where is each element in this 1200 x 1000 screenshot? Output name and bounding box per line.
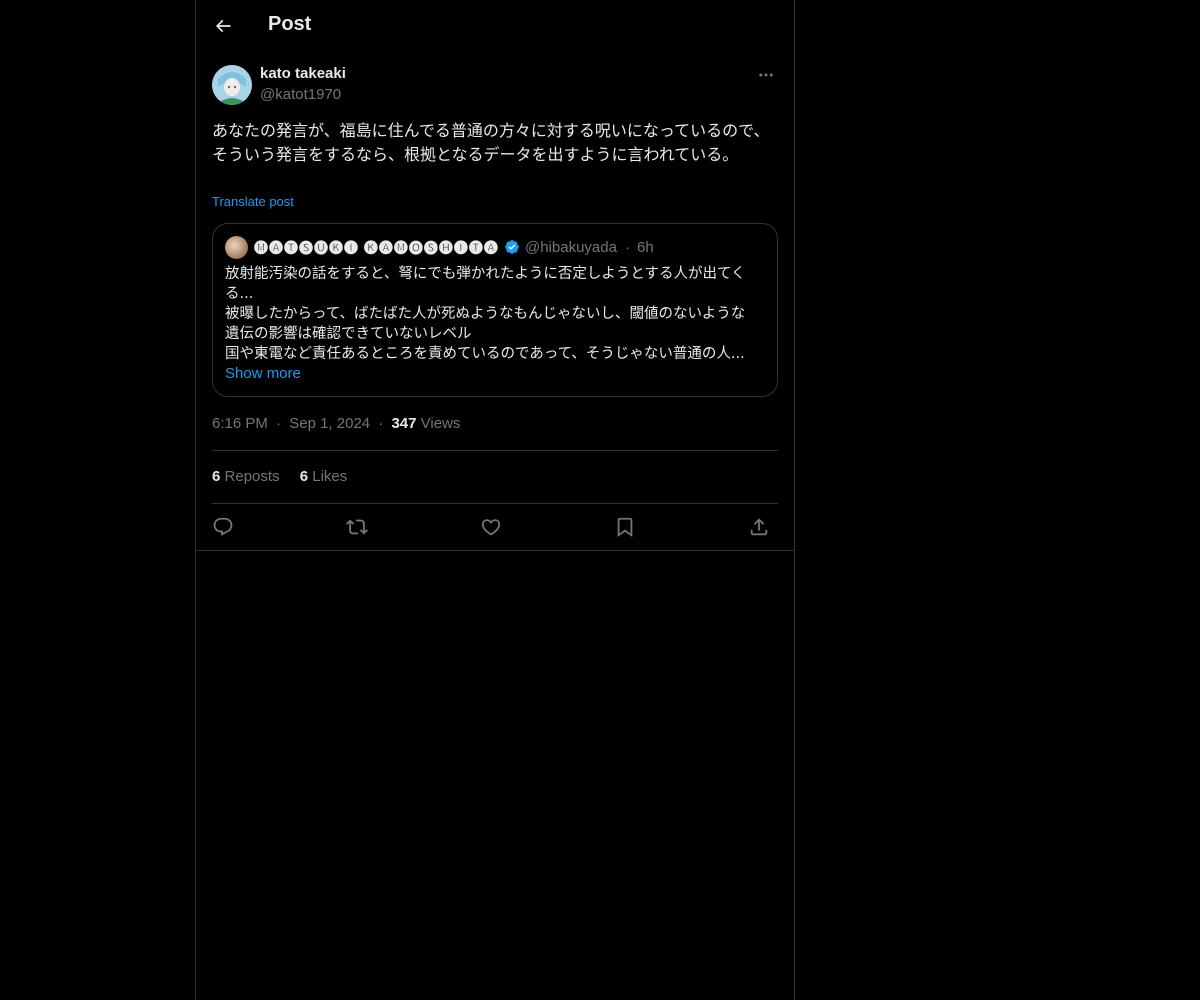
more-button[interactable] [754, 64, 778, 86]
quoted-author-handle: @hibakuyada [525, 239, 617, 256]
quoted-separator: · [625, 239, 630, 256]
likes-count: 6 [299, 468, 309, 485]
quoted-text-line: 国や東電など責任あるところを責めているのであって、そうじゃない普通の人... [225, 346, 745, 362]
post-author: kato takeaki @katot1970 [212, 64, 778, 108]
like-icon [481, 519, 501, 536]
views-count: 347 [391, 415, 417, 432]
post-text: あなたの発言が、福島に住んでる普通の方々に対する呪いになっているので、そういう発… [212, 121, 770, 164]
back-button[interactable] [206, 9, 240, 43]
likes-stat[interactable]: 6 Likes [300, 468, 348, 485]
verified-badge-icon [505, 240, 519, 254]
reply-icon [213, 517, 233, 536]
post-actions [212, 512, 778, 542]
divider [212, 450, 778, 451]
repost-icon [346, 519, 368, 535]
show-more-link[interactable]: Show more [225, 365, 301, 382]
back-arrow-icon [215, 19, 231, 33]
repost-button[interactable] [344, 514, 370, 540]
views-label: Views [420, 415, 461, 432]
author-handle[interactable]: @katot1970 [260, 86, 341, 103]
page-title: Post [268, 13, 312, 35]
meta-separator: · [276, 415, 282, 432]
quoted-text: 放射能汚染の話をすると、弩にでも弾かれたように否定しようとする人が出てく る..… [225, 264, 767, 364]
post-header: Post [196, 0, 794, 53]
post-column: Post kato takeaki @katot1970 あなたの発言が、福島に… [195, 0, 795, 1000]
quoted-author-avatar [225, 236, 248, 259]
author-avatar[interactable] [212, 65, 252, 105]
post-meta: 6:16 PM · Sep 1, 2024 · 347 Views [212, 415, 460, 432]
reposts-stat[interactable]: 6 Reposts [212, 468, 284, 485]
divider [212, 503, 778, 504]
reposts-count: 6 [212, 468, 221, 485]
quoted-text-line: 被曝したからって、ばたばた人が死ぬようなもんじゃないし、閾値のないような [225, 306, 746, 322]
more-icon [759, 73, 773, 77]
post-time[interactable]: 6:16 PM [212, 415, 268, 432]
share-button[interactable] [746, 514, 772, 540]
quoted-timestamp: 6h [637, 239, 654, 256]
bookmark-icon [617, 517, 633, 538]
like-button[interactable] [478, 514, 504, 540]
divider [196, 550, 794, 551]
share-icon [750, 518, 768, 536]
meta-separator: · [378, 415, 384, 432]
quoted-post[interactable]: 🅜🅐🅣🅢🅤🅚🅘 🅚🅐🅜🅞🅢🅗🅘🅣🅐 @hibakuyada · 6h 放射能汚染… [212, 223, 778, 397]
avatar-illustration [212, 65, 252, 105]
translate-post-link[interactable]: Translate post [212, 194, 294, 209]
author-name[interactable]: kato takeaki [260, 65, 346, 82]
quoted-text-line: る... [225, 286, 254, 302]
bookmark-button[interactable] [612, 514, 638, 540]
quoted-text-line: 遺伝の影響は確認できていないレベル [225, 326, 472, 342]
quoted-author-name: 🅜🅐🅣🅢🅤🅚🅘 🅚🅐🅜🅞🅢🅗🅘🅣🅐 [254, 240, 499, 256]
quoted-text-line: 放射能汚染の話をすると、弩にでも弾かれたように否定しようとする人が出てく [225, 266, 746, 282]
likes-label: Likes [312, 468, 348, 485]
reply-button[interactable] [210, 514, 236, 540]
post-stats: 6 Reposts 6 Likes [212, 468, 363, 485]
reposts-label: Reposts [224, 468, 280, 485]
post-date[interactable]: Sep 1, 2024 [289, 415, 370, 432]
